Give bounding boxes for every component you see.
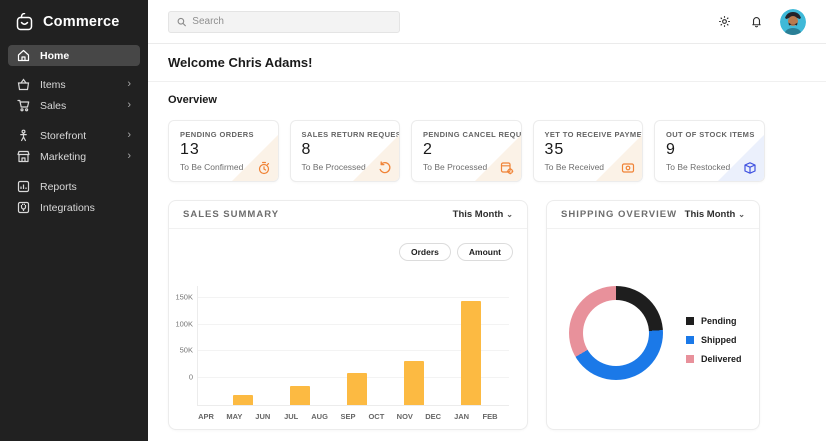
period-label: This Month: [453, 209, 504, 220]
shipping-donut-chart[interactable]: [569, 286, 663, 380]
shipping-overview-title: SHIPPING OVERVIEW: [561, 209, 677, 220]
basket-icon: [17, 78, 30, 91]
sidebar-item-label: Items: [40, 79, 66, 91]
sales-summary-card: SALES SUMMARY This Month ⌄ Orders Amount…: [168, 200, 528, 430]
content: Overview PENDING ORDERS 13 To Be Confirm…: [148, 82, 826, 441]
chevron-right-icon: ›: [127, 151, 131, 162]
orders-toggle-button[interactable]: Orders: [399, 243, 451, 261]
sidebar-item-marketing[interactable]: Marketing ›: [8, 146, 140, 167]
overview-label: Overview: [168, 94, 806, 106]
corner-wedge: [232, 135, 278, 181]
stock-box-icon: [743, 161, 757, 175]
search-icon: [177, 17, 186, 27]
sidebar-item-label: Sales: [40, 100, 66, 112]
main-area: Welcome Chris Adams! Overview PENDING OR…: [148, 0, 826, 441]
sidebar-item-label: Storefront: [40, 130, 86, 142]
sidebar-item-label: Home: [40, 50, 69, 62]
app-title: Commerce: [43, 14, 120, 30]
shop-icon: [17, 150, 30, 163]
donut-legend: Pending Shipped Delivered: [686, 316, 742, 364]
shipping-period-dropdown[interactable]: This Month ⌄: [685, 209, 745, 220]
pending-swatch: [686, 317, 694, 325]
sidebar-item-reports[interactable]: Reports: [8, 176, 140, 197]
cart-icon: [17, 99, 30, 112]
legend-label: Shipped: [701, 335, 737, 345]
sales-period-dropdown[interactable]: This Month ⌄: [453, 209, 513, 220]
shipping-overview-card: SHIPPING OVERVIEW This Month ⌄ Pending: [546, 200, 760, 430]
welcome-bar: Welcome Chris Adams!: [148, 44, 826, 82]
sidebar-item-label: Reports: [40, 181, 77, 193]
legend-label: Delivered: [701, 354, 742, 364]
sales-return-requests-card[interactable]: SALES RETURN REQUESTS 8 To Be Processed: [290, 120, 401, 182]
commerce-bag-icon: [15, 13, 34, 32]
settings-gear-icon[interactable]: [716, 14, 732, 30]
shipped-swatch: [686, 336, 694, 344]
chevron-down-icon: ⌄: [506, 210, 513, 219]
chevron-right-icon: ›: [127, 79, 131, 90]
notifications-bell-icon[interactable]: [748, 14, 764, 30]
chevron-right-icon: ›: [127, 130, 131, 141]
sidebar-item-home[interactable]: Home: [8, 45, 140, 66]
stopwatch-icon: [257, 161, 271, 175]
integrations-icon: [17, 201, 30, 214]
sidebar-item-label: Marketing: [40, 151, 86, 163]
corner-wedge: [596, 135, 642, 181]
sidebar-item-items[interactable]: Items ›: [8, 74, 140, 95]
sidebar-item-storefront[interactable]: Storefront ›: [8, 125, 140, 146]
chevron-right-icon: ›: [127, 100, 131, 111]
chevron-down-icon: ⌄: [738, 210, 745, 219]
storefront-person-icon: [17, 129, 30, 142]
legend-item-shipped: Shipped: [686, 335, 742, 345]
corner-wedge: [718, 135, 764, 181]
sidebar-item-integrations[interactable]: Integrations: [8, 197, 140, 218]
search-input[interactable]: [192, 16, 391, 27]
payment-card-icon: [621, 161, 635, 175]
sidebar-item-sales[interactable]: Sales ›: [8, 95, 140, 116]
pending-orders-card[interactable]: PENDING ORDERS 13 To Be Confirmed: [168, 120, 279, 182]
sales-bar-chart[interactable]: 150K100K50K0APRMAYJUNJULAUGSEPOCTNOVDECJ…: [197, 286, 509, 406]
series-toggles: Orders Amount: [399, 243, 513, 261]
app-logo: Commerce: [8, 0, 140, 44]
period-label: This Month: [685, 209, 736, 220]
return-arrow-icon: [378, 161, 392, 175]
yet-to-receive-payments-card[interactable]: YET TO RECEIVE PAYMENTS 35 To Be Receive…: [533, 120, 644, 182]
amount-toggle-button[interactable]: Amount: [457, 243, 513, 261]
topbar: [148, 0, 826, 44]
user-avatar[interactable]: [780, 9, 806, 35]
welcome-title: Welcome Chris Adams!: [168, 55, 313, 70]
app-window: Commerce Home Items › Sales ›: [0, 0, 826, 441]
overview-cards-row: PENDING ORDERS 13 To Be Confirmed SALES …: [168, 120, 806, 182]
sales-summary-title: SALES SUMMARY: [183, 209, 279, 220]
search-box[interactable]: [168, 11, 400, 33]
home-icon: [17, 49, 30, 62]
out-of-stock-items-card[interactable]: OUT OF STOCK ITEMS 9 To Be Restocked: [654, 120, 765, 182]
corner-wedge: [475, 135, 521, 181]
legend-item-delivered: Delivered: [686, 354, 742, 364]
cancel-settings-icon: [500, 161, 514, 175]
sidebar: Commerce Home Items › Sales ›: [0, 0, 148, 441]
corner-wedge: [353, 135, 399, 181]
charts-row: SALES SUMMARY This Month ⌄ Orders Amount…: [168, 200, 806, 430]
legend-item-pending: Pending: [686, 316, 742, 326]
delivered-swatch: [686, 355, 694, 363]
legend-label: Pending: [701, 316, 737, 326]
sidebar-item-label: Integrations: [40, 202, 95, 214]
reports-chart-icon: [17, 180, 30, 193]
pending-cancel-requests-card[interactable]: PENDING CANCEL REQUESTS 2 To Be Processe…: [411, 120, 522, 182]
